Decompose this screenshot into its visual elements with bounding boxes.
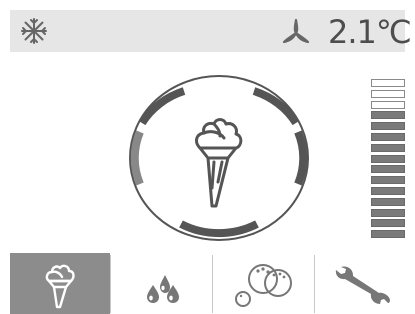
level-indicator [371, 79, 408, 241]
temperature-readout: 2.1℃ [328, 13, 412, 51]
level-segment [371, 79, 405, 87]
tab-cleaning[interactable] [213, 253, 314, 314]
wrench-icon [335, 266, 390, 304]
level-segment [371, 111, 405, 120]
level-segment [371, 176, 405, 185]
level-segment [371, 165, 405, 174]
level-segment [371, 89, 405, 98]
level-segment [371, 197, 405, 206]
tab-settings[interactable] [315, 253, 415, 314]
level-segment [371, 187, 405, 195]
level-segment [371, 154, 405, 163]
bubbles-icon [235, 264, 292, 307]
level-segment [371, 122, 405, 131]
level-segment [371, 100, 405, 109]
level-segment [371, 230, 405, 239]
tab-bar [10, 253, 415, 314]
level-segment [371, 133, 405, 141]
tab-water[interactable] [111, 253, 212, 314]
program-dial[interactable] [128, 74, 310, 242]
tab-ice-cream[interactable] [10, 253, 110, 314]
ice-cream-cone-icon [45, 264, 75, 309]
status-bar: 2.1℃ [10, 10, 412, 52]
level-segment [371, 208, 405, 217]
level-segment [371, 219, 405, 228]
fan-icon [282, 18, 310, 44]
level-segment [371, 143, 405, 152]
snowflake-icon [21, 18, 47, 44]
water-drops-icon [147, 275, 179, 303]
